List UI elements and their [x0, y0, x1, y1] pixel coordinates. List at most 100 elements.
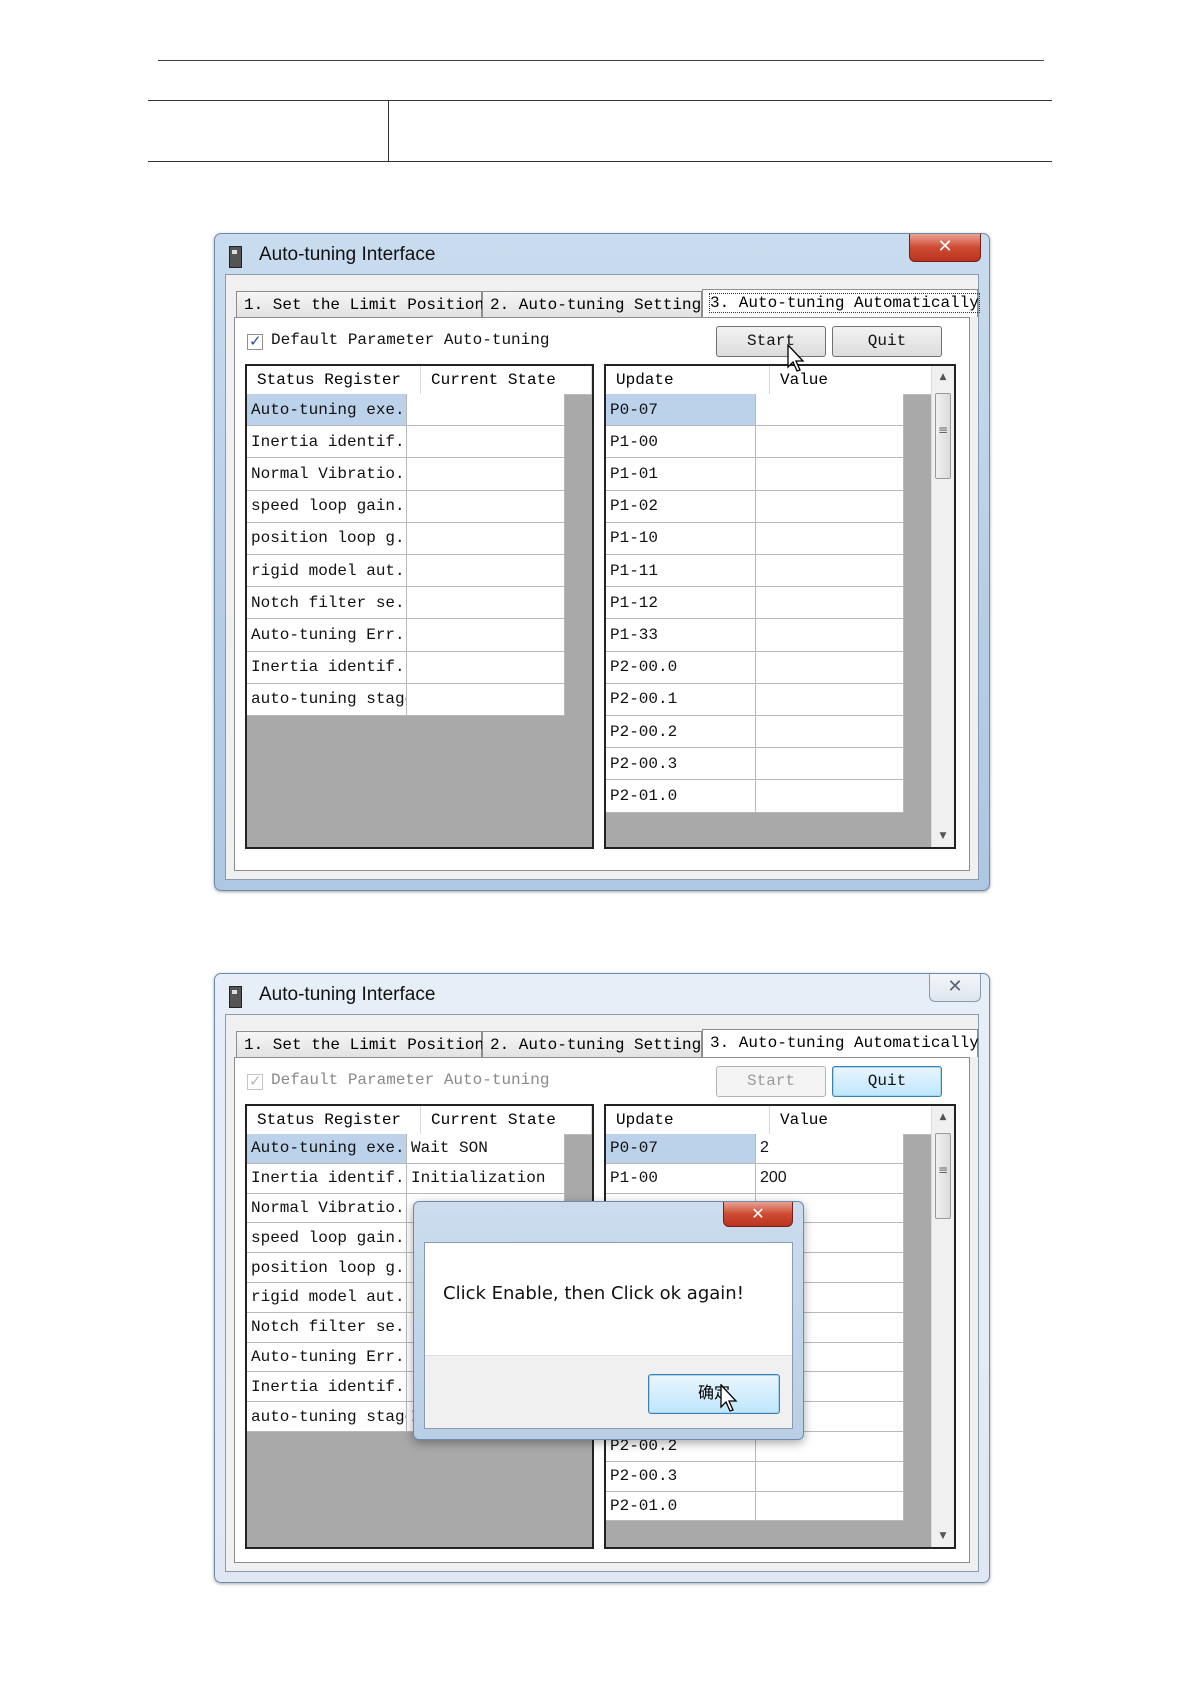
table-row[interactable]: position loop g...: [247, 522, 565, 555]
row-value-cell[interactable]: [756, 619, 904, 652]
row-name-cell[interactable]: position loop g...: [247, 522, 407, 555]
table-row[interactable]: P1-02: [606, 490, 904, 523]
row-value-cell[interactable]: [756, 555, 904, 588]
row-value-cell[interactable]: Wait SON: [407, 1134, 565, 1164]
row-name-cell[interactable]: P1-00: [606, 426, 756, 459]
row-name-cell[interactable]: position loop g...: [247, 1253, 407, 1283]
table-row[interactable]: auto-tuning stage: [247, 683, 565, 716]
row-name-cell[interactable]: P2-01.0: [606, 780, 756, 813]
row-value-cell[interactable]: [756, 587, 904, 620]
row-name-cell[interactable]: Auto-tuning Err...: [247, 619, 407, 652]
table-row[interactable]: P1-01: [606, 458, 904, 491]
tab-auto-tuning-setting[interactable]: 2. Auto-tuning Setting: [482, 291, 702, 317]
default-param-checkbox[interactable]: [247, 1072, 263, 1090]
table-row[interactable]: Notch filter se...: [247, 587, 565, 620]
table-row[interactable]: P1-10: [606, 522, 904, 555]
row-value-cell[interactable]: [756, 458, 904, 491]
row-value-cell[interactable]: [756, 1461, 904, 1492]
table-row[interactable]: P1-00 200: [606, 1163, 904, 1194]
title-bar[interactable]: Auto-tuning Interface ✕: [215, 974, 989, 1014]
row-name-cell[interactable]: Normal Vibratio...: [247, 458, 407, 491]
close-button[interactable]: ✕: [929, 974, 981, 1002]
row-name-cell[interactable]: auto-tuning stage: [247, 1402, 407, 1432]
ok-button[interactable]: 确定: [648, 1374, 780, 1414]
title-bar[interactable]: Auto-tuning Interface ✕: [215, 234, 989, 274]
row-value-cell[interactable]: 200: [756, 1163, 904, 1194]
table-row[interactable]: P2-01.0: [606, 780, 904, 813]
row-name-cell[interactable]: P1-02: [606, 490, 756, 523]
start-button[interactable]: Start: [716, 326, 826, 357]
scroll-up-arrow-icon[interactable]: ▲: [932, 368, 954, 386]
table-row[interactable]: speed loop gain...: [247, 490, 565, 523]
col-value[interactable]: Value: [770, 1106, 934, 1134]
quit-button[interactable]: Quit: [832, 326, 942, 357]
vertical-scrollbar[interactable]: ▲ ▼: [931, 1106, 954, 1547]
row-name-cell[interactable]: P1-00: [606, 1163, 756, 1194]
col-status-register[interactable]: Status Register: [247, 1106, 421, 1134]
row-name-cell[interactable]: P2-00.1: [606, 683, 756, 716]
row-name-cell[interactable]: P2-00.0: [606, 651, 756, 684]
row-name-cell[interactable]: P1-12: [606, 587, 756, 620]
scroll-down-arrow-icon[interactable]: ▼: [932, 827, 954, 845]
start-button[interactable]: Start: [716, 1066, 826, 1097]
row-value-cell[interactable]: [756, 426, 904, 459]
row-name-cell[interactable]: P1-01: [606, 458, 756, 491]
scroll-down-arrow-icon[interactable]: ▼: [932, 1527, 954, 1545]
table-row[interactable]: Inertia identif... Initialization: [247, 1163, 565, 1194]
tab-auto-tuning-automatically[interactable]: 3. Auto-tuning Automatically: [702, 289, 980, 317]
table-row[interactable]: rigid model aut...: [247, 555, 565, 588]
row-value-cell[interactable]: [407, 522, 565, 555]
table-row[interactable]: P2-00.3: [606, 1461, 904, 1492]
row-name-cell[interactable]: Inertia identif...: [247, 426, 407, 459]
row-name-cell[interactable]: Notch filter se...: [247, 587, 407, 620]
row-value-cell[interactable]: [756, 1491, 904, 1522]
table-row[interactable]: P1-12: [606, 587, 904, 620]
row-value-cell[interactable]: [756, 522, 904, 555]
close-button[interactable]: ✕: [909, 234, 981, 262]
row-name-cell[interactable]: P2-00.3: [606, 1461, 756, 1492]
table-row[interactable]: P1-11: [606, 555, 904, 588]
row-value-cell[interactable]: [407, 555, 565, 588]
tab-set-limit-position[interactable]: 1. Set the Limit Position: [236, 1031, 484, 1057]
table-row[interactable]: P2-00.1: [606, 683, 904, 716]
row-value-cell[interactable]: [756, 651, 904, 684]
row-value-cell[interactable]: [407, 587, 565, 620]
row-value-cell[interactable]: 2: [756, 1134, 904, 1164]
row-value-cell[interactable]: [756, 748, 904, 781]
row-name-cell[interactable]: speed loop gain...: [247, 490, 407, 523]
table-row[interactable]: P2-00.2: [606, 716, 904, 749]
table-row[interactable]: Auto-tuning exe... Wait SON: [247, 1134, 565, 1164]
tab-auto-tuning-setting[interactable]: 2. Auto-tuning Setting: [482, 1031, 702, 1057]
row-value-cell[interactable]: [407, 683, 565, 716]
scroll-thumb[interactable]: [935, 1133, 951, 1219]
col-status-register[interactable]: Status Register: [247, 366, 421, 394]
table-row[interactable]: P1-33: [606, 619, 904, 652]
row-name-cell[interactable]: P2-00.3: [606, 748, 756, 781]
col-current-state[interactable]: Current State: [421, 366, 592, 394]
table-row[interactable]: P0-07 2: [606, 1134, 904, 1164]
row-name-cell[interactable]: rigid model aut...: [247, 555, 407, 588]
quit-button[interactable]: Quit: [832, 1066, 942, 1097]
parameter-grid[interactable]: Update Value ▲ ▼ P0-07P1-00P1-01P1-02P1-…: [604, 364, 956, 849]
table-row[interactable]: P1-00: [606, 426, 904, 459]
table-row[interactable]: P2-00.0: [606, 651, 904, 684]
col-update[interactable]: Update: [606, 366, 770, 394]
table-row[interactable]: P0-07: [606, 394, 904, 427]
row-name-cell[interactable]: P0-07: [606, 394, 756, 427]
row-name-cell[interactable]: Inertia identif...: [247, 1372, 407, 1403]
row-value-cell[interactable]: [407, 426, 565, 459]
vertical-scrollbar[interactable]: ▲ ▼: [931, 366, 954, 847]
row-value-cell[interactable]: [407, 651, 565, 684]
row-name-cell[interactable]: Notch filter se...: [247, 1312, 407, 1343]
row-name-cell[interactable]: Normal Vibratio...: [247, 1193, 407, 1224]
row-value-cell[interactable]: [407, 458, 565, 491]
row-value-cell[interactable]: [756, 780, 904, 813]
table-row[interactable]: Auto-tuning Err...: [247, 619, 565, 652]
status-grid[interactable]: Status Register Current State Auto-tunin…: [245, 364, 594, 849]
row-name-cell[interactable]: Auto-tuning Err...: [247, 1342, 407, 1373]
row-name-cell[interactable]: P1-10: [606, 522, 756, 555]
table-row[interactable]: P2-00.3: [606, 748, 904, 781]
table-row[interactable]: Inertia identif...: [247, 651, 565, 684]
row-name-cell[interactable]: Auto-tuning exe...: [247, 1134, 407, 1164]
row-value-cell[interactable]: [756, 683, 904, 716]
